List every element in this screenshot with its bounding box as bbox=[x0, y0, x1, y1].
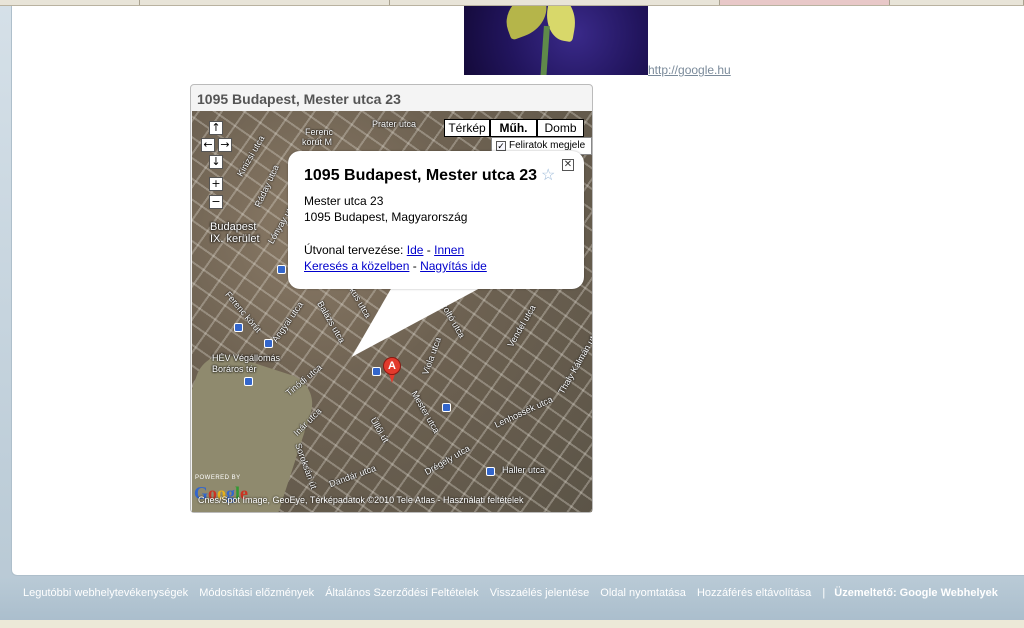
map-type-satellite-button[interactable]: Műh. bbox=[490, 119, 537, 137]
street-label: Soroksári út bbox=[293, 441, 319, 491]
street-label: Haller utca bbox=[502, 465, 546, 475]
street-label: Balázs utca bbox=[315, 299, 348, 345]
strip-segment bbox=[140, 0, 390, 5]
bottom-bar bbox=[0, 620, 1024, 628]
footer-link-report-abuse[interactable]: Visszaélés jelentése bbox=[490, 587, 589, 599]
street-label: körút M bbox=[302, 137, 333, 147]
street-label: Vendel utca bbox=[505, 303, 538, 349]
route-separator: - bbox=[426, 243, 431, 257]
route-label: Útvonal tervezése: bbox=[304, 243, 404, 257]
station-label-line: Boráros tér bbox=[212, 364, 257, 374]
search-nearby-link[interactable]: Keresés a közelben bbox=[304, 259, 409, 273]
pan-right-button[interactable]: → bbox=[218, 138, 232, 152]
street-label: Kinizsi utca bbox=[235, 133, 267, 179]
powered-by-label: POWERED BY bbox=[195, 475, 241, 481]
info-bubble: 1095 Budapest, Mester utca 23 ☆ ✕ Mester … bbox=[288, 151, 584, 289]
close-icon[interactable]: ✕ bbox=[562, 159, 574, 171]
footer-link-print-page[interactable]: Oldal nyomtatása bbox=[600, 587, 686, 599]
street-label: Ráday utca bbox=[252, 163, 281, 209]
street-label: Mester utca bbox=[409, 389, 442, 435]
district-label: Budapest IX. kerület bbox=[210, 221, 260, 245]
district-label-line: Budapest bbox=[210, 221, 257, 233]
map-type-terrain-button[interactable]: Domb bbox=[537, 119, 584, 137]
street-label: Drégely utca bbox=[422, 443, 472, 477]
transit-stop-icon[interactable] bbox=[486, 467, 495, 476]
strip-segment bbox=[390, 0, 720, 5]
street-label: Prater utca bbox=[372, 119, 417, 129]
info-bubble-actions: Útvonal tervezése: Ide - Innen Keresés a… bbox=[304, 242, 487, 274]
pan-left-button[interactable]: ← bbox=[201, 138, 215, 152]
info-bubble-title: 1095 Budapest, Mester utca 23 ☆ bbox=[304, 165, 555, 185]
map-title: 1095 Budapest, Mester utca 23 bbox=[197, 91, 401, 107]
route-from-link[interactable]: Innen bbox=[434, 243, 464, 257]
footer-owner-link[interactable]: Üzemeltető: Google Webhelyek bbox=[834, 587, 998, 599]
map-copyright[interactable]: Cnes/Spot Image, GeoEye, Térképadatok ©2… bbox=[198, 495, 524, 505]
strip-segment bbox=[890, 0, 1024, 5]
station-label-line: HÉV Végállomás bbox=[212, 353, 281, 363]
footer-link-remove-access[interactable]: Hozzáférés eltávolítása bbox=[697, 587, 811, 599]
info-bubble-address: Mester utca 23 1095 Budapest, Magyarorsz… bbox=[304, 193, 467, 225]
footer-link-terms[interactable]: Általános Szerződési Feltételek bbox=[325, 587, 478, 599]
station-label: HÉV Végállomás Boráros tér bbox=[212, 353, 280, 375]
street-label: Thaly Kálmán utca bbox=[556, 326, 592, 396]
route-row: Útvonal tervezése: Ide - Innen bbox=[304, 242, 487, 258]
map-canvas[interactable]: Prater utca Ferenc körút M Kinizsi utca … bbox=[192, 111, 592, 512]
info-bubble-title-text: 1095 Budapest, Mester utca 23 bbox=[304, 167, 537, 184]
strip-segment bbox=[0, 0, 140, 5]
route-to-link[interactable]: Ide bbox=[407, 243, 424, 257]
zoom-in-button[interactable]: + bbox=[209, 177, 223, 191]
search-separator: - bbox=[412, 259, 417, 273]
labels-toggle-label: Feliratok megjele bbox=[509, 140, 586, 151]
pan-down-button[interactable]: ↓ bbox=[209, 155, 223, 169]
strip-segment bbox=[720, 0, 890, 5]
search-row: Keresés a közelben - Nagyítás ide bbox=[304, 258, 487, 274]
transit-stop-icon[interactable] bbox=[442, 403, 451, 412]
street-label: Ferenc körút bbox=[223, 289, 264, 335]
footer-separator: | bbox=[822, 587, 826, 599]
transit-stop-icon[interactable] bbox=[234, 323, 243, 332]
street-label: Angyal utca bbox=[269, 299, 306, 345]
transit-stop-icon[interactable] bbox=[372, 367, 381, 376]
zoom-here-link[interactable]: Nagyítás ide bbox=[420, 259, 487, 273]
map-type-map-button[interactable]: Térkép bbox=[444, 119, 490, 137]
street-label: Ferenc bbox=[305, 127, 334, 137]
info-bubble-tail bbox=[351, 287, 482, 357]
footer-links: Legutóbbi webhelytevékenységek Módosítás… bbox=[23, 587, 998, 599]
district-label-line: IX. kerület bbox=[210, 233, 260, 245]
transit-stop-icon[interactable] bbox=[277, 265, 286, 274]
street-label: Dandár utca bbox=[327, 462, 378, 490]
transit-stop-icon[interactable] bbox=[244, 377, 253, 386]
address-line: 1095 Budapest, Magyarország bbox=[304, 210, 468, 224]
transit-stop-icon[interactable] bbox=[264, 339, 273, 348]
map-marker[interactable]: A bbox=[383, 357, 401, 383]
zoom-out-button[interactable]: − bbox=[209, 195, 223, 209]
star-icon[interactable]: ☆ bbox=[541, 167, 555, 184]
map-widget: 1095 Budapest, Mester utca 23 Prater utc… bbox=[190, 84, 593, 513]
footer-link-recent-activity[interactable]: Legutóbbi webhelytevékenységek bbox=[23, 587, 188, 599]
address-line: Mester utca 23 bbox=[304, 194, 384, 208]
flower-image[interactable] bbox=[464, 6, 648, 75]
street-label: Lenhossék utca bbox=[492, 394, 555, 430]
image-source-link[interactable]: http://google.hu bbox=[648, 63, 731, 77]
labels-checkbox[interactable]: ✓ bbox=[496, 141, 506, 151]
flower-stem bbox=[540, 25, 550, 75]
footer-link-revision-history[interactable]: Módosítási előzmények bbox=[199, 587, 314, 599]
street-label: Üllői út bbox=[368, 415, 391, 445]
marker-pin-head: A bbox=[383, 357, 401, 375]
pan-up-button[interactable]: ↑ bbox=[209, 121, 223, 135]
